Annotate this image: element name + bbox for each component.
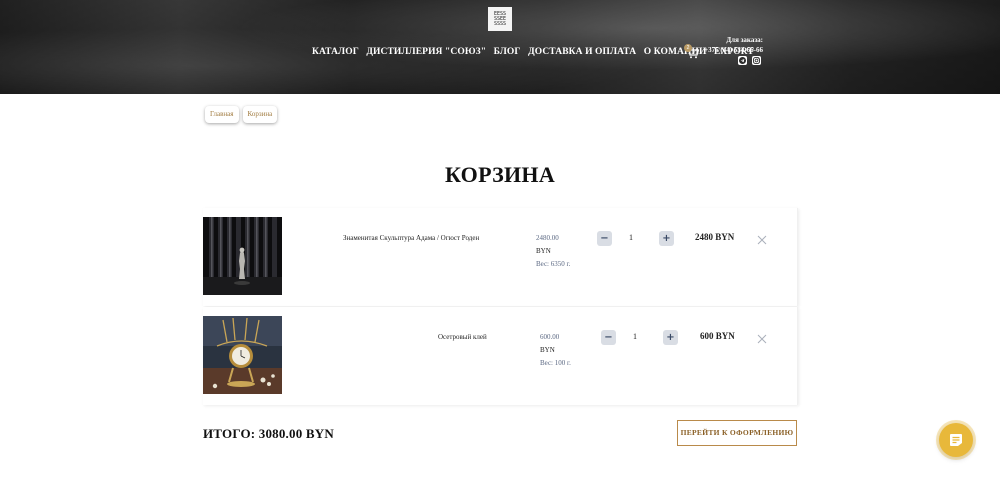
breadcrumb: Главная Корзина	[205, 106, 278, 123]
line-total: 600 BYN	[700, 331, 735, 341]
quantity-value[interactable]: 1	[629, 332, 641, 341]
instagram-icon[interactable]	[752, 56, 761, 65]
cart-item: Знаменитая Скульптура Адама / Огюст Роде…	[203, 208, 798, 306]
unit-price: 2480.00	[536, 234, 559, 242]
product-name[interactable]: Знаменитая Скульптура Адама / Огюст Роде…	[343, 234, 479, 242]
contact-block: Для заказа: +375 (44) 534-66-66	[704, 35, 763, 55]
cart-item: Осетровый клей 600.00 BYN Вес: 100 г. − …	[203, 307, 798, 405]
price-currency: BYN	[536, 247, 551, 255]
social-links	[738, 56, 761, 65]
increase-quantity-button[interactable]: +	[663, 330, 678, 345]
unit-price-block: 2480.00 BYN Вес: 6350 г.	[536, 232, 570, 271]
product-weight: Вес: 100 г.	[540, 359, 571, 367]
breadcrumb-home[interactable]: Главная	[205, 106, 239, 123]
price-currency: BYN	[540, 346, 555, 354]
unit-price: 600.00	[540, 333, 560, 341]
site-header: ЕЕSS SSЕЕ SSSS КАТАЛОГ ДИСТИЛЛЕРИЯ "СОЮЗ…	[0, 0, 1000, 94]
checkout-button[interactable]: ПЕРЕЙТИ К ОФОРМЛЕНИЮ	[677, 420, 797, 446]
product-image[interactable]	[203, 316, 282, 394]
product-weight: Вес: 6350 г.	[536, 260, 571, 268]
chat-icon	[950, 434, 962, 446]
product-image[interactable]	[203, 217, 282, 295]
cart-total: ИТОГО: 3080.00 BYN	[203, 426, 334, 441]
page-title: КОРЗИНА	[444, 162, 556, 187]
cart-list: Знаменитая Скульптура Адама / Огюст Роде…	[203, 208, 798, 405]
line-total: 2480 BYN	[695, 232, 735, 242]
remove-item-button[interactable]	[757, 232, 767, 245]
telegram-icon[interactable]	[738, 56, 747, 65]
breadcrumb-cart[interactable]: Корзина	[242, 106, 278, 123]
decrease-quantity-button[interactable]: −	[601, 330, 616, 345]
nav-item-catalog[interactable]: КАТАЛОГ	[312, 47, 359, 57]
cart-count-badge: 2	[684, 44, 692, 52]
phone-link[interactable]: +375 (44) 534-66-66	[704, 45, 763, 55]
quantity-value[interactable]: 1	[625, 233, 637, 242]
order-label: Для заказа:	[726, 36, 763, 44]
site-logo[interactable]: ЕЕSS SSЕЕ SSSS	[488, 7, 512, 31]
decrease-quantity-button[interactable]: −	[597, 231, 612, 246]
logo-mark: ЕЕSS SSЕЕ SSSS	[493, 10, 507, 27]
remove-item-button[interactable]	[757, 331, 767, 344]
nav-item-delivery[interactable]: ДОСТАВКА И ОПЛАТА	[528, 47, 636, 57]
product-name[interactable]: Осетровый клей	[438, 333, 487, 341]
close-icon	[757, 334, 767, 344]
nav-item-blog[interactable]: БЛОГ	[494, 47, 521, 57]
chat-button[interactable]	[939, 423, 973, 457]
close-icon	[757, 235, 767, 245]
nav-item-distillery[interactable]: ДИСТИЛЛЕРИЯ "СОЮЗ"	[366, 47, 486, 57]
unit-price-block: 600.00 BYN Вес: 100 г.	[540, 331, 571, 370]
increase-quantity-button[interactable]: +	[659, 231, 674, 246]
